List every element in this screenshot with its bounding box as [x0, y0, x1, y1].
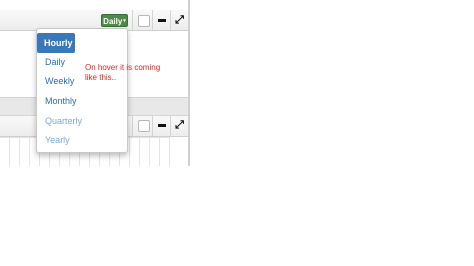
expand-icon[interactable]: ⤢ [172, 13, 187, 27]
dropdown-item-quarterly[interactable]: Quarterly [38, 111, 126, 131]
minus-icon[interactable] [155, 118, 170, 132]
header-divider [152, 10, 153, 30]
expand-icon[interactable]: ⤢ [172, 118, 187, 132]
header-divider [132, 116, 133, 136]
checkbox-icon[interactable] [138, 120, 150, 132]
hover-annotation: On hover it is coming like this.. [85, 63, 161, 82]
panel-right-edge [188, 0, 190, 166]
checkbox-icon[interactable] [138, 15, 150, 27]
dropdown-item-hourly[interactable]: Hourly [37, 33, 75, 53]
dashboard-area: Daily▾ ⤢ ⤢ Hourly Daily Weekly Monthly Q… [0, 0, 190, 166]
dropdown-item-monthly[interactable]: Monthly [38, 91, 126, 111]
interval-button-label: Daily [103, 17, 123, 26]
caret-down-icon: ▾ [123, 18, 126, 25]
interval-dropdown-button[interactable]: Daily▾ [101, 14, 128, 27]
header-divider [132, 10, 133, 30]
header-divider [170, 116, 171, 136]
interval-dropdown-menu: Hourly Daily Weekly Monthly Quarterly Ye… [36, 28, 128, 153]
minus-icon[interactable] [155, 13, 170, 27]
dropdown-item-yearly[interactable]: Yearly [38, 130, 126, 150]
header-divider [170, 10, 171, 30]
header-divider [152, 116, 153, 136]
